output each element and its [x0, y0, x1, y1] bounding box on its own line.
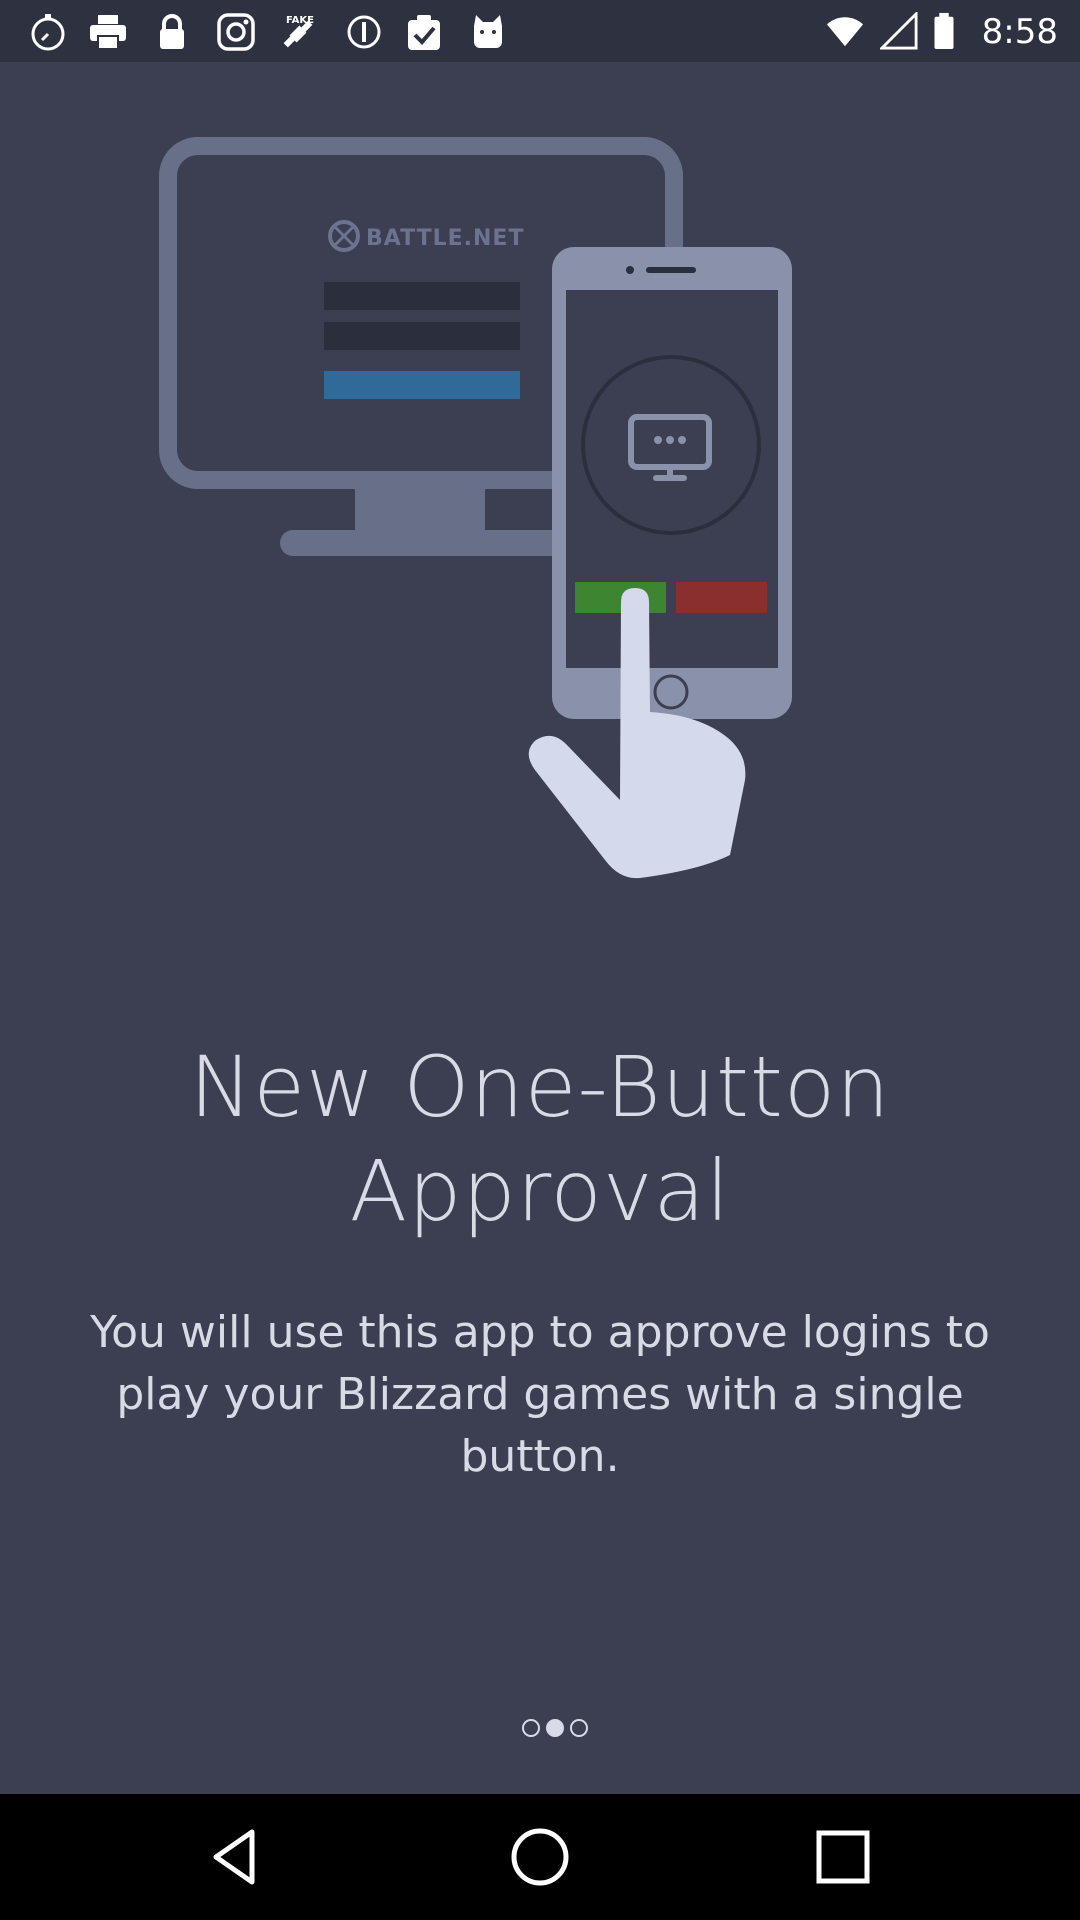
onboarding-screen: FAKE 8:58 BATTLE.NET New One-Button Appr… — [0, 0, 1080, 1920]
status-time: 8:58 — [981, 12, 1058, 52]
alert-circle-icon — [347, 15, 381, 49]
clipboard-check-icon — [408, 15, 440, 50]
page-dot-2-active[interactable] — [546, 1719, 564, 1737]
onboarding-description: You will use this app to approve logins … — [90, 1307, 990, 1482]
title-line-1: New One-Button — [189, 1038, 891, 1136]
battery-icon — [934, 12, 954, 50]
home-icon[interactable] — [507, 1824, 573, 1890]
cat-icon — [474, 15, 502, 48]
fake-gps-icon: FAKE — [283, 15, 314, 48]
back-icon[interactable] — [204, 1824, 270, 1890]
lock-icon — [160, 14, 184, 49]
battlenet-logo-text: BATTLE.NET — [366, 226, 524, 251]
approve-button-illustration — [575, 582, 666, 613]
page-dot-3[interactable] — [570, 1719, 588, 1737]
page-indicator[interactable] — [0, 1719, 1080, 1745]
instagram-icon — [217, 13, 255, 51]
login-button-illustration — [324, 371, 520, 399]
deny-button-illustration — [676, 582, 767, 613]
wifi-icon — [826, 17, 864, 47]
battlenet-logo: BATTLE.NET — [328, 220, 524, 252]
navigation-bar — [0, 1794, 1080, 1920]
signal-icon — [880, 12, 918, 50]
page-dot-1[interactable] — [522, 1719, 540, 1737]
printer-icon — [90, 15, 126, 50]
onboarding-title: New One-Button Approval — [0, 1035, 1080, 1243]
stopwatch-icon — [31, 14, 65, 51]
password-field-illustration — [324, 322, 520, 350]
onboarding-illustration: BATTLE.NET — [159, 137, 792, 879]
username-field-illustration — [324, 282, 520, 310]
status-bar: FAKE 8:58 — [0, 0, 1080, 62]
phone-illustration — [552, 247, 792, 719]
title-line-2: Approval — [349, 1142, 731, 1240]
recents-icon[interactable] — [810, 1824, 876, 1890]
